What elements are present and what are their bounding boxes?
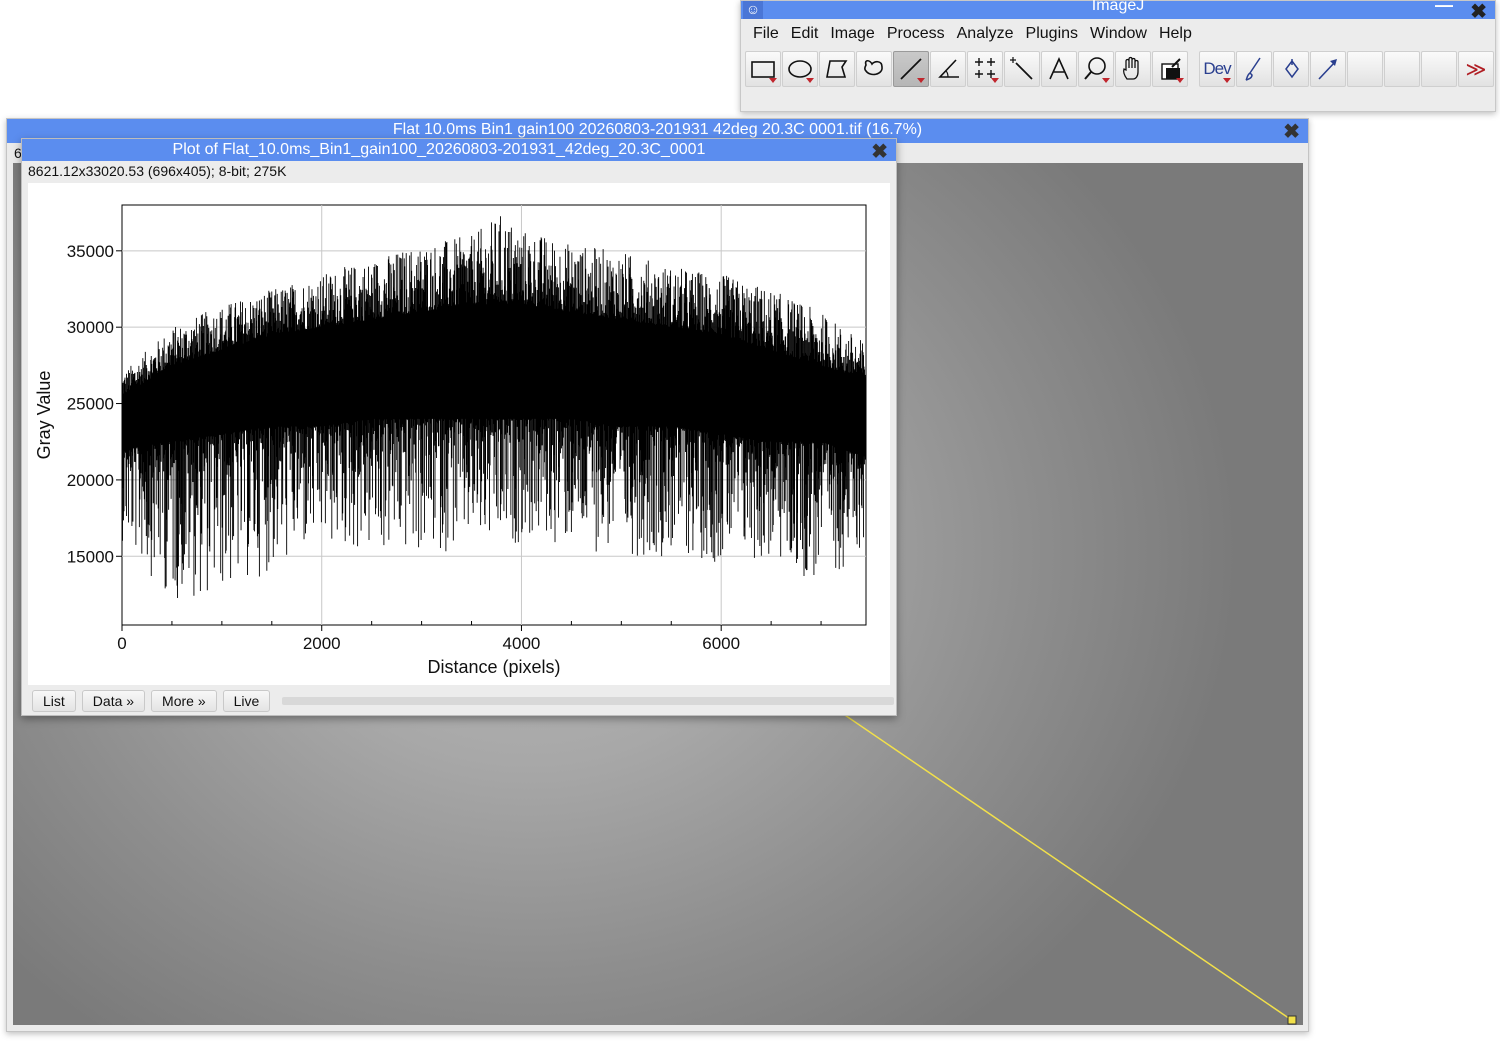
menu-analyze[interactable]: Analyze: [951, 21, 1020, 47]
hand-icon: [1122, 56, 1139, 80]
magic-wand-icon: [1010, 57, 1033, 80]
angle-tool-button[interactable]: [930, 51, 966, 87]
flood-fill-icon: [1285, 59, 1299, 79]
y-tick-label: 35000: [67, 242, 114, 261]
arrow-icon: [1318, 59, 1337, 80]
menu-plugins[interactable]: Plugins: [1020, 21, 1084, 47]
zoom-tool-button[interactable]: [1078, 51, 1114, 87]
imagej-title: ImageJ: [1091, 0, 1145, 14]
image-window-title: Flat 10.0ms Bin1 gain100 20260803-201931…: [392, 121, 923, 138]
data-button[interactable]: Data »: [81, 690, 146, 712]
plot-area[interactable]: 0 2000 4000 6000 15000 20000 25000 30000 35000 Di…: [28, 183, 890, 685]
profile-plot: 0 2000 4000 6000 15000 20000 25000 30000 35000 Di…: [34, 204, 867, 677]
y-tick-label: 30000: [67, 318, 114, 337]
wand-tool-button[interactable]: [1004, 51, 1040, 87]
y-tick-label: 15000: [67, 547, 114, 566]
plot-scrollbar[interactable]: [282, 697, 894, 705]
empty-tool-slot-1[interactable]: [1347, 51, 1383, 87]
more-tools-button[interactable]: ≫: [1458, 51, 1494, 87]
freehand-icon: [864, 59, 883, 76]
menu-image[interactable]: Image: [824, 21, 880, 47]
plot-window-titlebar[interactable]: Plot of Flat_10.0ms_Bin1_gain100_2026080…: [22, 139, 896, 162]
text-tool-button[interactable]: [1041, 51, 1077, 87]
plot-window-title: Plot of Flat_10.0ms_Bin1_gain100_2026080…: [172, 141, 706, 158]
flood-fill-tool-button[interactable]: [1273, 51, 1309, 87]
plot-info-line: 8621.12x33020.53 (696x405); 8-bit; 275K: [28, 163, 287, 179]
dev-menu-button[interactable]: Dev: [1199, 51, 1235, 87]
y-tick-label: 20000: [67, 471, 114, 490]
point-tool-button[interactable]: [967, 51, 1003, 87]
image-window-close-button[interactable]: ✖: [1283, 122, 1300, 142]
line-tool-button[interactable]: [893, 51, 929, 87]
imagej-titlebar[interactable]: ☺ ImageJ — ✖: [741, 0, 1495, 23]
plot-window: Plot of Flat_10.0ms_Bin1_gain100_2026080…: [21, 138, 897, 716]
plot-window-close-button[interactable]: ✖: [871, 142, 888, 162]
more-button[interactable]: More »: [151, 690, 217, 712]
live-button[interactable]: Live: [222, 690, 271, 712]
menu-file[interactable]: File: [747, 21, 785, 47]
freehand-tool-button[interactable]: [856, 51, 892, 87]
oval-tool-button[interactable]: [782, 51, 818, 87]
menu-window[interactable]: Window: [1084, 21, 1153, 47]
menu-bar: File Edit Image Process Analyze Plugins …: [741, 21, 1198, 47]
y-tick-label: 25000: [67, 395, 114, 414]
x-tick-label: 0: [117, 634, 126, 653]
imagej-toolbar-window: ☺ ImageJ — ✖ File Edit Image Process Ana…: [740, 0, 1496, 112]
arrow-tool-button[interactable]: [1310, 51, 1346, 87]
empty-tool-slot-3[interactable]: [1421, 51, 1457, 87]
angle-icon: [938, 59, 959, 78]
rectangle-tool-button[interactable]: [745, 51, 781, 87]
menu-process[interactable]: Process: [881, 21, 951, 47]
close-button[interactable]: ✖: [1470, 0, 1487, 24]
double-chevron-right-icon: ≫: [1465, 58, 1487, 81]
dev-label: Dev: [1203, 59, 1231, 78]
y-axis-label: Gray Value: [34, 371, 54, 460]
x-axis-label: Distance (pixels): [427, 657, 560, 677]
menu-edit[interactable]: Edit: [785, 21, 825, 47]
scroll-tool-button[interactable]: [1115, 51, 1151, 87]
menu-help[interactable]: Help: [1153, 21, 1198, 47]
brush-icon: [1245, 57, 1261, 81]
x-tick-label: 6000: [702, 634, 740, 653]
x-tick-label: 4000: [503, 634, 541, 653]
brush-tool-button[interactable]: [1236, 51, 1272, 87]
list-button[interactable]: List: [32, 690, 76, 712]
x-tick-label: 2000: [303, 634, 341, 653]
tool-bar: Dev ≫: [745, 51, 1495, 89]
color-picker-button[interactable]: [1152, 51, 1188, 87]
text-icon: [1049, 57, 1069, 80]
empty-tool-slot-2[interactable]: [1384, 51, 1420, 87]
polygon-tool-button[interactable]: [819, 51, 855, 87]
minimize-button[interactable]: —: [1435, 0, 1453, 16]
roi-handle[interactable]: [1287, 1015, 1297, 1025]
polygon-icon: [826, 60, 848, 78]
plot-button-row: List Data » More » Live: [32, 690, 276, 712]
